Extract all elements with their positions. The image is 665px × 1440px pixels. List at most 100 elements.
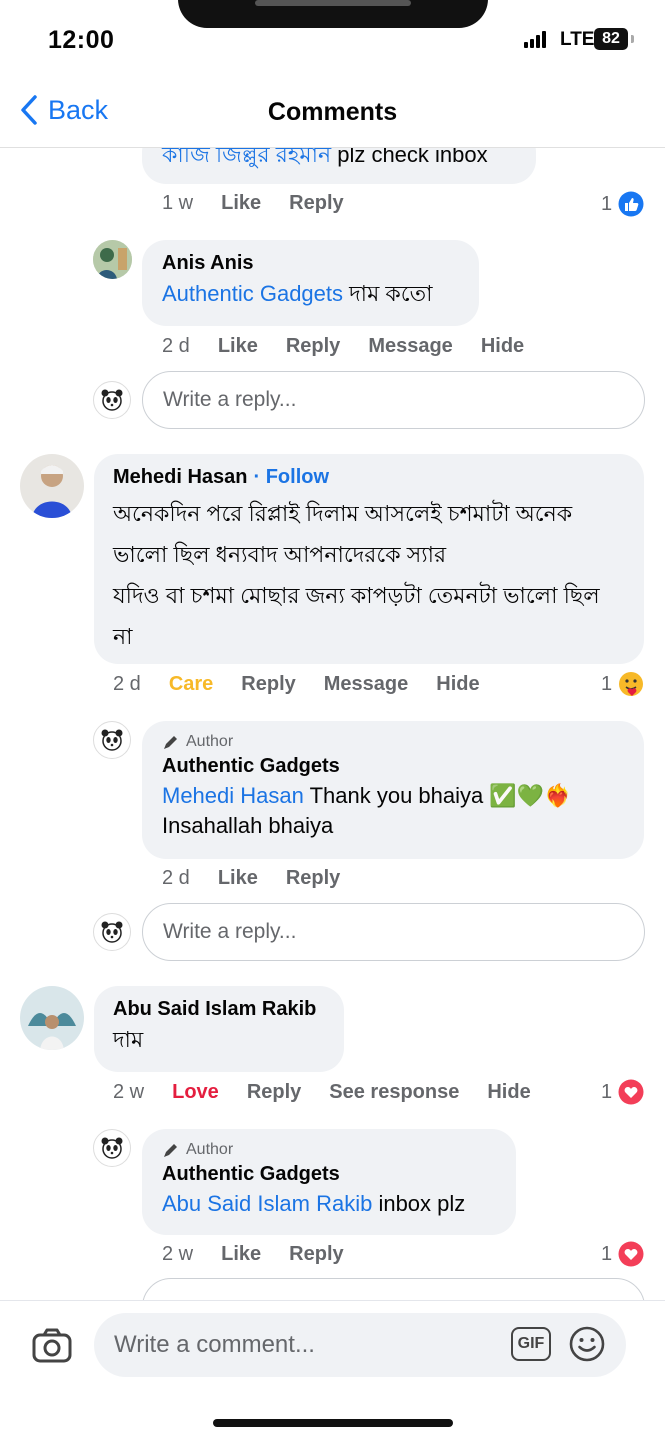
reply-button[interactable]: Reply: [289, 1243, 343, 1266]
reply-button[interactable]: Reply: [241, 673, 295, 696]
comment-actions: 2 w Love Reply See response Hide: [113, 1081, 531, 1104]
network-type: LTE: [560, 29, 595, 50]
mention-link[interactable]: Abu Said Islam Rakib: [162, 1191, 372, 1216]
comment-actions: 2 d Like Reply Message Hide: [162, 335, 524, 358]
signal-icon: [524, 31, 546, 48]
comment-header: Mehedi Hasan · Follow: [113, 466, 625, 489]
comment-time: 2 d: [162, 335, 190, 357]
comment-actions: 2 d Care Reply Message Hide: [113, 673, 480, 696]
comment-line: না: [113, 624, 133, 649]
message-button[interactable]: Message: [368, 335, 453, 358]
panda-avatar-icon: [93, 721, 131, 759]
gif-button[interactable]: GIF: [511, 1327, 551, 1361]
panda-avatar-icon: [93, 1129, 131, 1167]
comment-time: 2 d: [113, 673, 141, 695]
status-time: 12:00: [48, 26, 115, 54]
pen-icon: [164, 736, 177, 749]
comment-text: অনেকদিন পরে রিপ্লাই দিলাম আসলেই চশমাটা অ…: [113, 493, 625, 657]
author-label: Author: [186, 1141, 234, 1158]
home-indicator: [213, 1419, 453, 1427]
like-reaction-icon: [618, 191, 644, 217]
comment-actions: 1 w Like Reply: [162, 192, 344, 215]
reply-input[interactable]: [142, 1278, 645, 1300]
comment-text: plz check inbox: [331, 148, 488, 167]
comment-bubble: কাজি জিল্লুর রহমান plz check inbox: [142, 148, 536, 184]
comment-bubble: Mehedi Hasan · Follow অনেকদিন পরে রিপ্লা…: [94, 454, 644, 664]
message-button[interactable]: Message: [324, 673, 409, 696]
author-badge: Author: [162, 733, 624, 751]
reply-button[interactable]: Reply: [289, 192, 343, 215]
care-reaction-button[interactable]: Care: [169, 673, 213, 696]
hide-button[interactable]: Hide: [481, 335, 524, 358]
reply-button[interactable]: Reply: [286, 335, 340, 358]
notification-grabber: [255, 0, 411, 6]
reaction-count[interactable]: 1: [601, 1079, 644, 1105]
comment-text: Thank you bhaiya ✅💚❤️‍🔥: [303, 783, 572, 808]
hide-button[interactable]: Hide: [487, 1081, 530, 1104]
comment-line: যদিও বা চশমা মোছার জন্য কাপড়টা তেমনটা ভ…: [113, 583, 600, 608]
comment-text: দাম কতো: [343, 281, 433, 306]
love-reaction-icon: [618, 1079, 644, 1105]
comment-bubble: Anis Anis Authentic Gadgets দাম কতো: [142, 240, 479, 326]
commenter-name[interactable]: Anis Anis: [162, 252, 459, 275]
pen-icon: [164, 1144, 177, 1157]
battery-icon: 82: [594, 28, 628, 50]
commenter-name[interactable]: Authentic Gadgets: [162, 1163, 496, 1186]
camera-icon[interactable]: [32, 1327, 72, 1363]
comment-bubble: Abu Said Islam Rakib দাম: [94, 986, 344, 1072]
hide-button[interactable]: Hide: [436, 673, 479, 696]
reply-button[interactable]: Reply: [286, 867, 340, 890]
avatar[interactable]: [20, 454, 84, 518]
love-reaction-button[interactable]: Love: [172, 1081, 219, 1104]
comment-bubble: Author Authentic Gadgets Mehedi Hasan Th…: [142, 721, 644, 859]
reaction-count[interactable]: 1: [601, 1241, 644, 1267]
reaction-count[interactable]: 1: [601, 191, 644, 217]
mention-link[interactable]: Authentic Gadgets: [162, 281, 343, 306]
care-reaction-icon: [619, 672, 644, 696]
follow-button[interactable]: · Follow: [253, 466, 329, 489]
like-button[interactable]: Like: [218, 335, 258, 358]
reaction-count-value: 1: [601, 1242, 613, 1265]
like-button[interactable]: Like: [221, 192, 261, 215]
comment-line: অনেকদিন পরে রিপ্লাই দিলাম আসলেই চশমাটা অ…: [113, 501, 573, 526]
avatar[interactable]: [20, 986, 84, 1050]
reaction-count-value: 1: [601, 672, 613, 695]
commenter-name[interactable]: Mehedi Hasan: [113, 466, 247, 489]
comments-feed[interactable]: কাজি জিল্লুর রহমান plz check inbox 1 w L…: [0, 148, 665, 1300]
see-response-button[interactable]: See response: [329, 1081, 459, 1104]
author-label: Author: [186, 733, 234, 750]
author-badge: Author: [162, 1141, 496, 1159]
comment-text-line2: Insahallah bhaiya: [162, 813, 334, 838]
like-button[interactable]: Like: [221, 1243, 261, 1266]
reply-button[interactable]: Reply: [247, 1081, 301, 1104]
comment-time: 2 d: [162, 867, 190, 889]
comment-text: দাম: [113, 1027, 144, 1052]
comment-composer: Write a comment... GIF: [0, 1300, 665, 1440]
reaction-count-value: 1: [601, 1080, 613, 1103]
comment-line: ভালো ছিল ধন্যবাদ আপনাদেরকে স্যার: [113, 542, 447, 567]
comment-actions: 2 w Like Reply: [162, 1243, 344, 1266]
comment-time: 2 w: [162, 1243, 194, 1265]
commenter-name[interactable]: Abu Said Islam Rakib: [113, 998, 325, 1021]
avatar[interactable]: [93, 240, 132, 279]
mention-link[interactable]: কাজি জিল্লুর রহমান: [162, 148, 331, 167]
mention-link[interactable]: Mehedi Hasan: [162, 783, 304, 808]
emoji-icon[interactable]: [569, 1326, 605, 1362]
commenter-name[interactable]: Authentic Gadgets: [162, 755, 624, 778]
status-bar: 12:00 LTE 82: [0, 0, 665, 80]
like-button[interactable]: Like: [218, 867, 258, 890]
page-title: Comments: [267, 98, 398, 126]
comment-actions: 2 d Like Reply: [162, 867, 340, 890]
comment-time: 2 w: [113, 1081, 145, 1103]
comment-time: 1 w: [162, 192, 194, 214]
comment-bubble: Author Authentic Gadgets Abu Said Islam …: [142, 1129, 516, 1235]
reaction-count-value: 1: [601, 192, 613, 215]
reply-input[interactable]: Write a reply...: [142, 371, 645, 429]
nav-bar: Back Comments: [0, 80, 665, 148]
battery-tip: [631, 35, 634, 43]
panda-avatar-icon: [93, 381, 131, 419]
reply-input[interactable]: Write a reply...: [142, 903, 645, 961]
love-reaction-icon: [618, 1241, 644, 1267]
comment-text: inbox plz: [372, 1191, 466, 1216]
reaction-count[interactable]: 1: [601, 671, 644, 697]
